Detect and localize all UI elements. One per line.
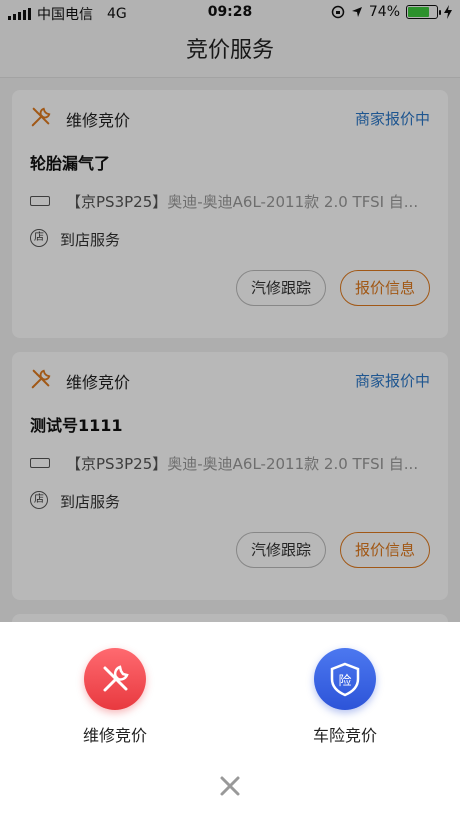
repair-circle [84, 648, 146, 710]
bid-type-sheet: 维修竞价 险 车险竞价 [0, 622, 460, 818]
repair-bid-option[interactable]: 维修竞价 [55, 648, 175, 748]
modal-backdrop[interactable] [0, 0, 460, 622]
wrench-screwdriver-icon [103, 665, 129, 692]
repair-bid-label: 维修竞价 [82, 726, 147, 745]
insurance-bid-option[interactable]: 险 车险竞价 [285, 648, 405, 748]
shield-label: 险 [338, 674, 352, 689]
insurance-bid-label: 车险竞价 [312, 726, 377, 745]
insurance-circle: 险 [314, 648, 376, 710]
close-icon[interactable] [216, 772, 244, 800]
